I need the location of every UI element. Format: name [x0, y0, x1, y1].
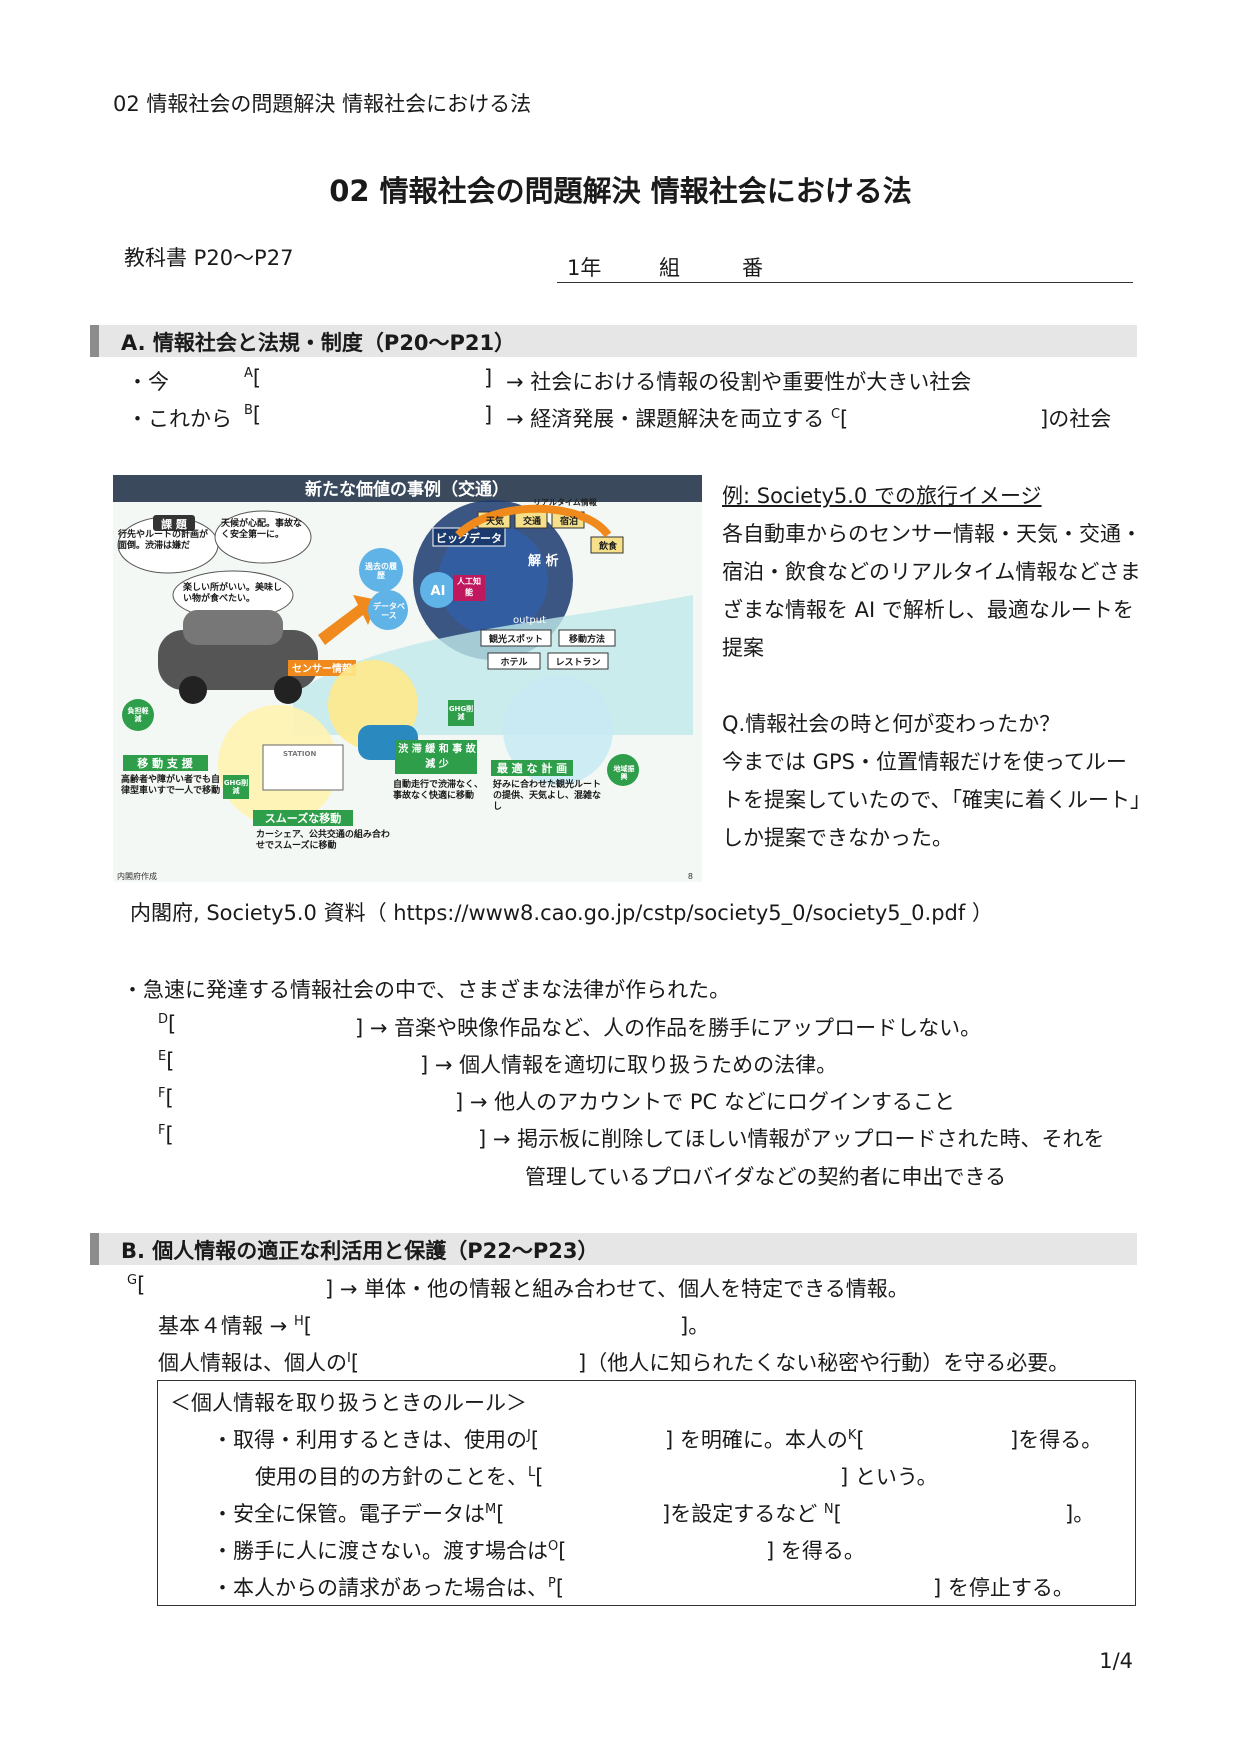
now-description: → 社会における情報の役割や重要性が大きい社会	[506, 370, 972, 394]
year-label: 1年	[567, 256, 602, 280]
rule-5: ・本人からの請求があった場合は、P[	[212, 1576, 565, 1600]
answer-line-3: しか提案できなかった。	[722, 826, 953, 850]
i-line: 個人情報は、個人のI[	[158, 1351, 360, 1375]
jutai-label: 渋 滞 緩 和 事 故 減 少	[398, 744, 476, 770]
blank-f2: F[	[158, 1123, 174, 1147]
blank-b-close: ]	[484, 403, 493, 427]
future-prefix: ・これから	[127, 407, 232, 431]
rule-2-end: ] という。	[840, 1465, 938, 1489]
h-line: 基本４情報 → H[	[158, 1314, 312, 1338]
h-close: ]。	[680, 1314, 710, 1338]
kadai-label: 課 題	[161, 517, 188, 531]
law-e-desc: ] → 個人情報を適切に取り扱うための法律。	[420, 1053, 838, 1077]
ai-sublabel: 人工知能	[457, 577, 481, 597]
figure-credit: 内閣府作成	[117, 871, 157, 881]
smooth-label: スムーズな移動	[265, 811, 341, 825]
tag-lodging: 宿泊	[559, 517, 578, 527]
class-entry-line: 1年 組 番	[557, 252, 1133, 283]
law-f2-continuation: 管理しているプロバイダなどの契約者に申出できる	[525, 1165, 1007, 1189]
example-line-2: 宿泊・飲食などのリアルタイム情報などさま	[722, 560, 1141, 584]
answer-line-2: トを提案していたので、「確実に着くルート」	[722, 788, 1152, 812]
number-label: 番	[742, 256, 763, 280]
section-a-header: A. 情報社会と法規・制度（P20～P21）	[90, 325, 1137, 357]
idou-text: 高齢者や障がい者でも自律型車いすで一人で移動	[121, 775, 221, 796]
running-header: 02 情報社会の問題解決 情報社会における法	[113, 92, 532, 116]
textbook-pages: 教科書 P20～P27	[124, 246, 294, 270]
tag-weather: 天気	[485, 517, 504, 527]
tag-transport: 移動方法	[568, 635, 605, 645]
law-d-desc: ] → 音楽や映像作品など、人の作品を勝手にアップロードしない。	[355, 1016, 982, 1040]
blank-g: G[	[127, 1273, 146, 1297]
example-line-3: ざまな情報を AI で解析し、最適なルートを	[722, 598, 1134, 622]
blank-a: A[	[244, 366, 262, 390]
laws-intro: ・急速に発達する情報社会の中で、さまざまな法律が作られた。	[122, 978, 731, 1002]
saiteki-text: 好みに合わせた観光ルートの提供、天気よし、混雑なし	[493, 780, 602, 812]
past-history: 過去の履歴	[365, 562, 397, 580]
blank-f1: F[	[158, 1086, 174, 1110]
rules-title: ＜個人情報を取り扱うときのルール＞	[170, 1391, 527, 1415]
chiiki-label: 地域振興	[613, 765, 635, 781]
rule-1: ・取得・利用するときは、使用のJ[	[212, 1428, 540, 1452]
blank-a-close: ]	[484, 366, 493, 390]
blank-b: B[	[244, 403, 262, 427]
blank-d: D[	[158, 1012, 177, 1036]
section-a-title: A. 情報社会と法規・制度（P20～P21）	[121, 331, 516, 355]
society5-figure: 新たな価値の事例（交通） 課 題 センサー情報 ビッグデータ 解 析 AI リア…	[113, 475, 702, 882]
bubble-3: 楽しい所がいい。美味しい物が食べたい。	[183, 583, 283, 604]
answer-line-1: 今までは GPS・位置情報だけを使ってルー	[722, 750, 1127, 774]
jutai-text: 自動走行で渋滞なく、事故なく快適に移動	[393, 780, 484, 801]
rule-1-mid: ] を明確に。本人のK[	[665, 1428, 865, 1452]
ghg-label-1: GHG削減	[448, 705, 474, 721]
section-b-title: B. 個人情報の適正な利活用と保護（P22～P23）	[121, 1239, 599, 1263]
example-title: 例: Society5.0 での旅行イメージ	[722, 484, 1042, 508]
rule-4-end: ] を得る。	[766, 1539, 865, 1563]
bubble-2: 天候が心配。事故なく安全第一に。	[221, 519, 303, 540]
rule-3-end: ]。	[1065, 1502, 1095, 1526]
ghg-label-2: GHG削減	[223, 779, 249, 795]
output-label: output	[513, 615, 546, 626]
now-prefix: ・今	[127, 370, 169, 394]
future-description: → 経済発展・課題解決を両立する C[	[506, 407, 849, 431]
tag-spots: 観光スポット	[488, 635, 543, 645]
figure-title: 新たな価値の事例（交通）	[305, 479, 509, 500]
tag-restaurant: レストラン	[555, 658, 601, 668]
futan-label: 負担軽減	[127, 707, 149, 723]
section-b-header: B. 個人情報の適正な利活用と保護（P22～P23）	[90, 1233, 1137, 1265]
g-desc: ] → 単体・他の情報と組み合わせて、個人を特定できる情報。	[325, 1277, 909, 1301]
saiteki-label: 最 適 な 計 画	[497, 761, 567, 775]
kaiseki-label: 解 析	[527, 553, 559, 569]
rule-1-end: ]を得る。	[1010, 1428, 1103, 1452]
tag-food: 飲食	[598, 542, 617, 552]
rule-3: ・安全に保管。電子データはM[	[212, 1502, 505, 1526]
rule-2: 使用の目的の方針のことを、L[	[255, 1465, 544, 1489]
tag-hotel: ホテル	[500, 658, 528, 668]
tag-traffic: 交通	[522, 517, 541, 527]
database-label: データベース	[373, 602, 405, 620]
ai-label: AI	[431, 584, 446, 599]
figure-page: 8	[688, 872, 693, 881]
station-sign: STATION	[283, 750, 317, 758]
blank-c-close: ]の社会	[1040, 407, 1112, 431]
bigdata-label: ビッグデータ	[436, 531, 502, 545]
group-label: 組	[659, 256, 680, 280]
idou-label: 移 動 支 援	[137, 756, 193, 770]
rule-5-end: ] を停止する。	[933, 1576, 1074, 1600]
example-line-1: 各自動車からのセンサー情報・天気・交通・	[722, 522, 1142, 546]
law-f1-desc: ] → 他人のアカウントで PC などにログインすること	[455, 1090, 955, 1114]
question: Q.情報社会の時と何が変わったか？	[722, 712, 1061, 736]
i-close: ]（他人に知られたくない秘密や行動）を守る必要。	[578, 1351, 1070, 1375]
example-line-4: 提案	[722, 636, 764, 660]
page-title: 02 情報社会の問題解決 情報社会における法	[329, 174, 912, 208]
smooth-text: カーシェア、公共交通の組み合わせでスムーズに移動	[256, 830, 390, 851]
law-f2-desc: ] → 掲示板に削除してほしい情報がアップロードされた時、それを	[478, 1127, 1105, 1151]
rule-4: ・勝手に人に渡さない。渡す場合はO[	[212, 1539, 567, 1563]
source-citation: 内閣府, Society5.0 資料（ https://www8.cao.go.…	[130, 901, 993, 925]
page-number: 1/4	[1099, 1649, 1133, 1673]
blank-e: E[	[158, 1049, 175, 1073]
bubble-1: 行先やルートの計画が面倒。渋滞は嫌だ	[118, 530, 209, 551]
rule-3-mid: ]を設定するなど N[	[662, 1502, 842, 1526]
